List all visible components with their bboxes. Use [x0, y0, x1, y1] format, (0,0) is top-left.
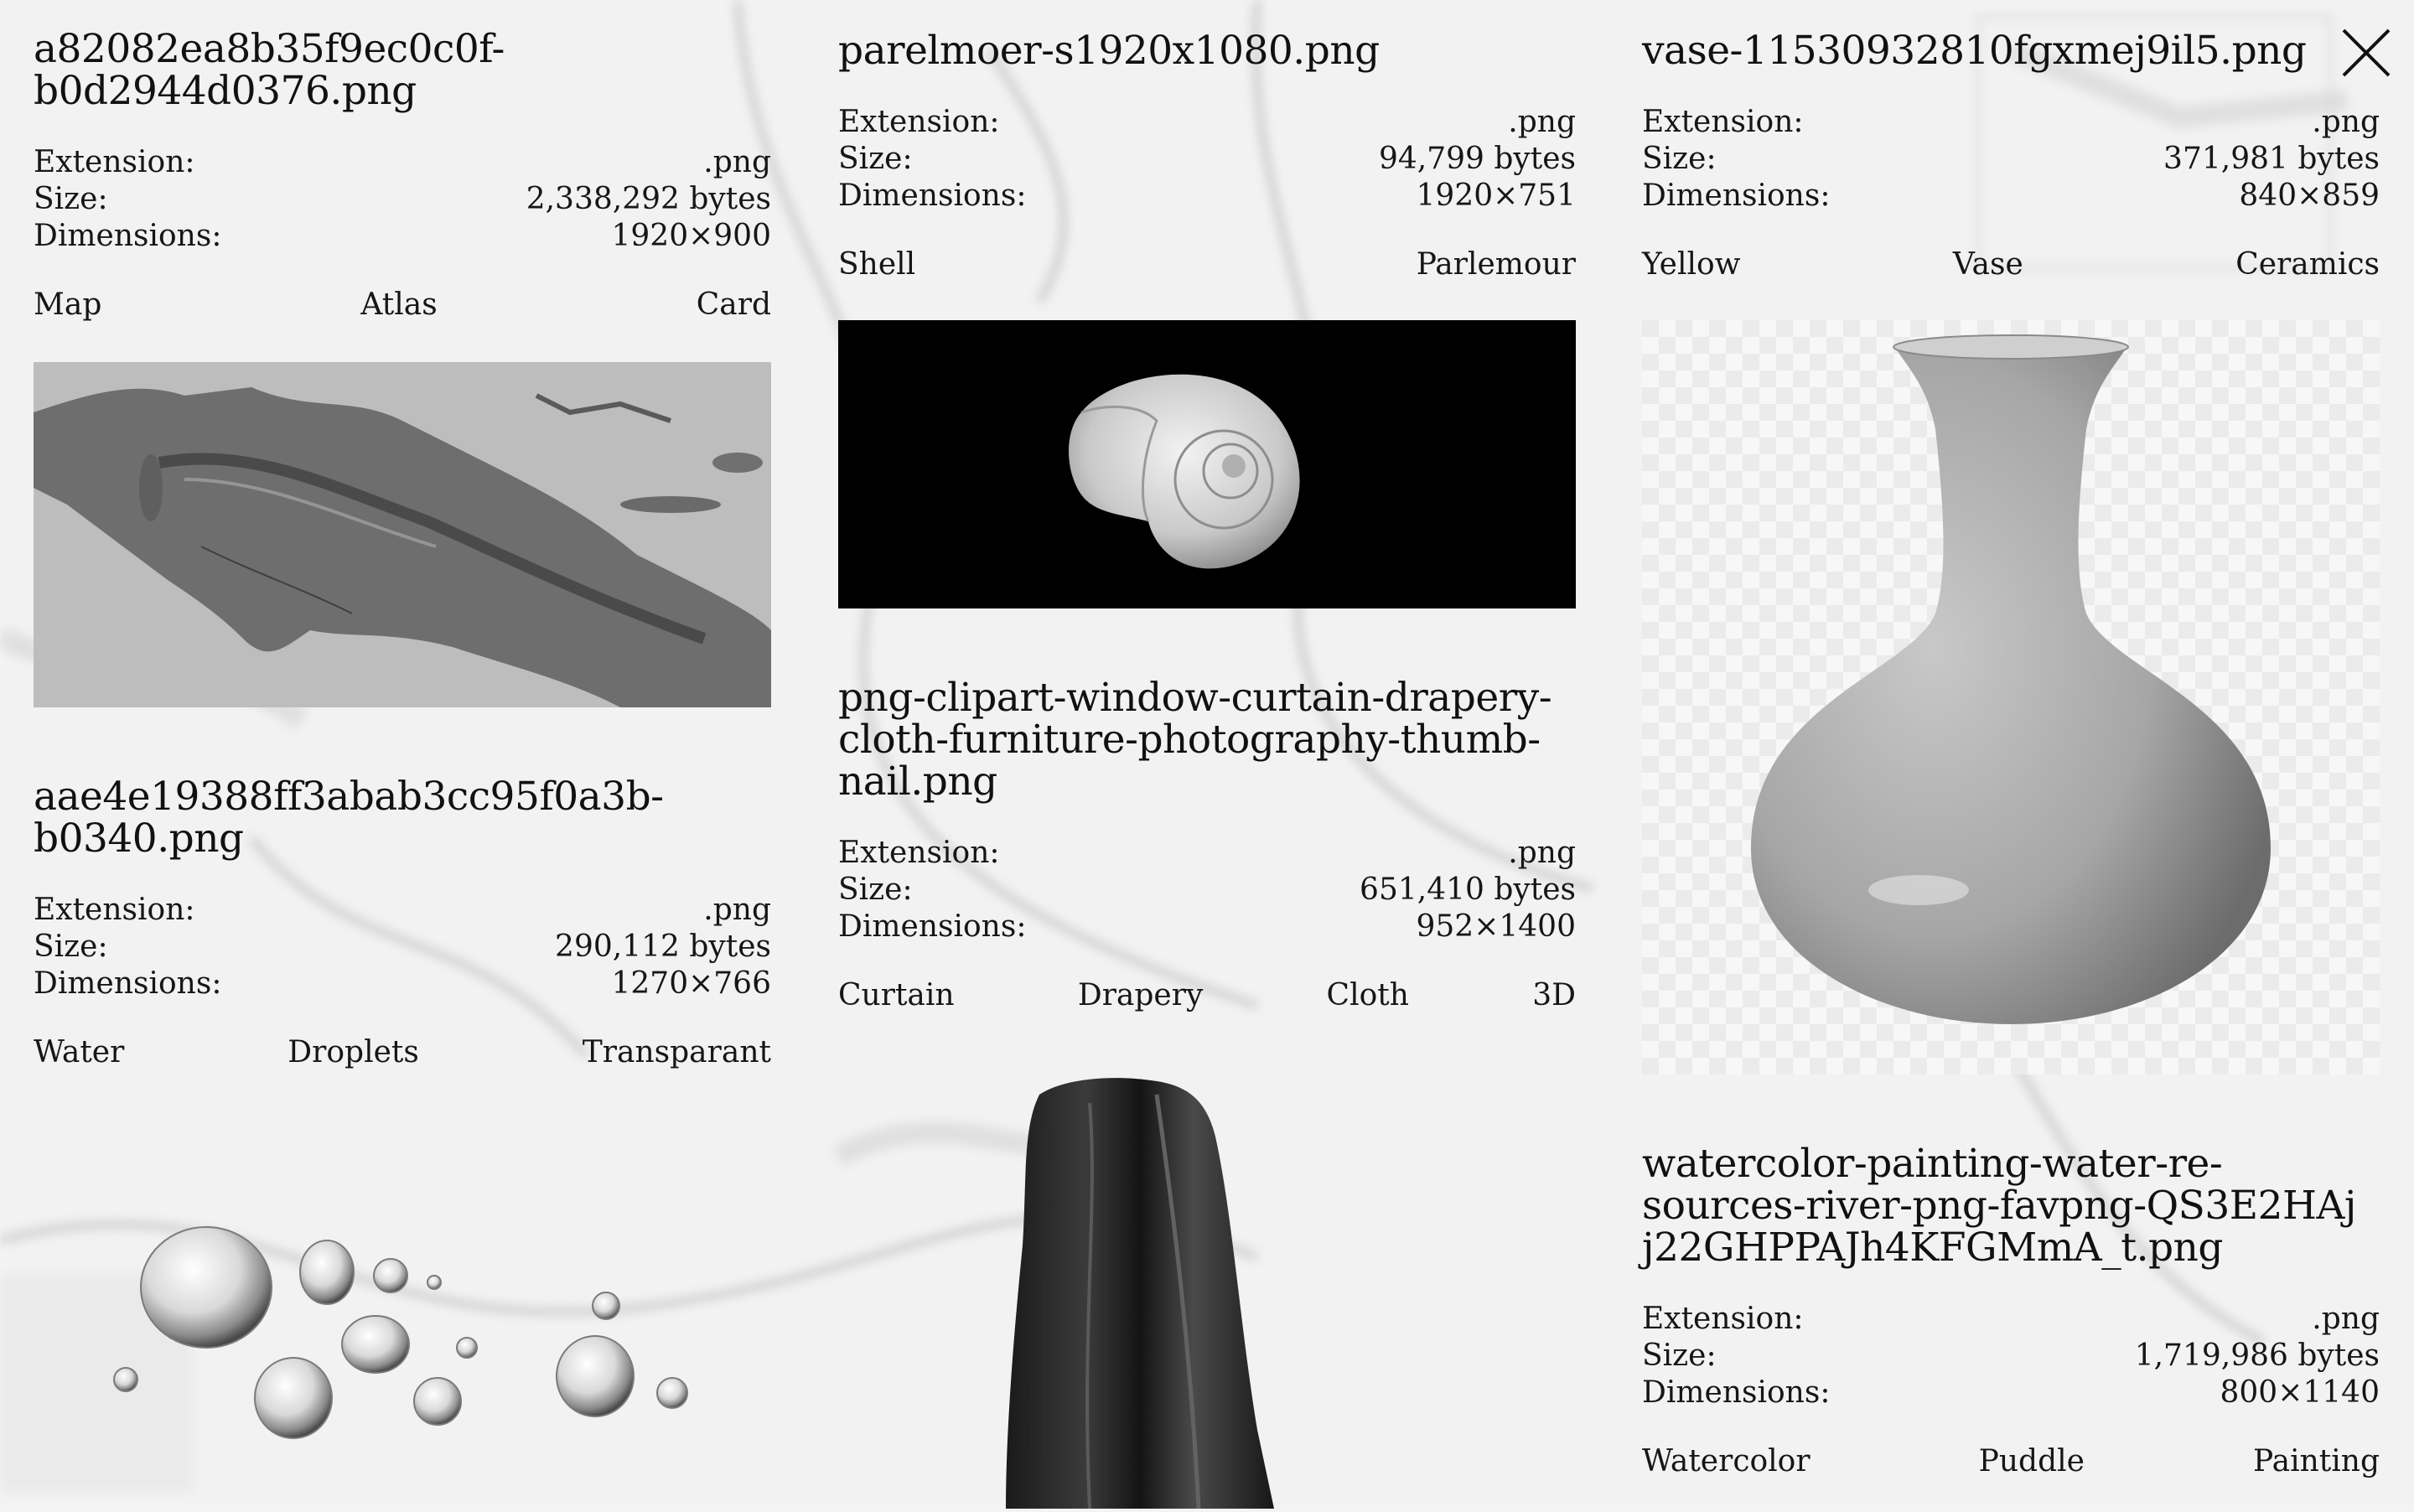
extension-label: Extension:	[34, 145, 195, 179]
tag[interactable]: 3D	[1532, 977, 1576, 1014]
tag-list: Water Droplets Transparant	[34, 1034, 771, 1071]
size-value: 371,981 bytes	[2163, 142, 2380, 176]
tag-list: Map Atlas Card	[34, 287, 771, 324]
dimensions-label: Dimensions:	[1642, 179, 1831, 213]
file-card-shell[interactable]: parelmoer-s1920x1080.png Extension: .png …	[838, 28, 1576, 608]
dimensions-label: Dimensions:	[838, 179, 1027, 213]
tag-list: Shell Parlemour	[838, 246, 1576, 283]
file-meta: Extension: .png Size: 94,799 bytes Dimensi…	[838, 104, 1576, 215]
extension-value: .png	[1508, 836, 1576, 870]
file-card-droplets[interactable]: aae4e19388ff3abab3cc95f0a3b-b0340.png Ex…	[34, 774, 771, 1439]
extension-label: Extension:	[1642, 1302, 1804, 1336]
size-value: 2,338,292 bytes	[526, 182, 771, 216]
dimensions-value: 1270×766	[611, 966, 772, 1001]
dimensions-label: Dimensions:	[34, 219, 222, 253]
size-value: 1,719,986 bytes	[2134, 1339, 2380, 1373]
tag[interactable]: Transparant	[583, 1034, 771, 1071]
dimensions-value: 1920×900	[611, 219, 772, 253]
dimensions-label: Dimensions:	[34, 966, 222, 1001]
file-meta: Extension: .png Size: 1,719,986 bytes Dime…	[1642, 1301, 2380, 1411]
map-thumbnail[interactable]	[34, 362, 771, 707]
extension-value: .png	[1508, 105, 1576, 139]
curtain-thumbnail[interactable]	[838, 1078, 1576, 1509]
tag-list: Watercolor Puddle Painting	[1642, 1443, 2380, 1480]
size-label: Size:	[1642, 1339, 1717, 1373]
size-label: Size:	[838, 873, 913, 907]
dimensions-label: Dimensions:	[838, 909, 1027, 944]
size-value: 290,112 bytes	[555, 929, 771, 964]
file-meta: Extension: .png Size: 371,981 bytes Dimens…	[1642, 104, 2380, 215]
tag[interactable]: Ceramics	[2235, 246, 2380, 283]
vase-thumbnail[interactable]	[1642, 320, 2380, 1074]
extension-label: Extension:	[34, 893, 195, 927]
extension-label: Extension:	[838, 105, 1000, 139]
file-card-curtain[interactable]: png-clipart-window-curtain-drapery-cloth…	[838, 675, 1576, 1509]
extension-label: Extension:	[838, 836, 1000, 870]
dimensions-value: 840×859	[2239, 179, 2380, 213]
file-meta: Extension: .png Size: 290,112 bytes Dimens…	[34, 892, 771, 1002]
file-card-vase[interactable]: vase-11530932810fgxmej9il5.png Extension…	[1642, 28, 2380, 1074]
file-meta: Extension: .png Size: 651,410 bytes Dimens…	[838, 835, 1576, 945]
file-name: png-clipart-window-curtain-drapery-cloth…	[838, 675, 1552, 805]
tag[interactable]: Painting	[2253, 1443, 2380, 1480]
extension-label: Extension:	[1642, 105, 1804, 139]
dimensions-value: 800×1140	[2220, 1375, 2380, 1410]
tag-list: Yellow Vase Ceramics	[1642, 246, 2380, 283]
tag[interactable]: Drapery	[1078, 977, 1203, 1014]
tag[interactable]: Cloth	[1327, 977, 1409, 1014]
size-label: Size:	[838, 142, 913, 176]
tag[interactable]: Vase	[1953, 246, 2023, 283]
dimensions-label: Dimensions:	[1642, 1375, 1831, 1410]
extension-value: .png	[703, 145, 771, 179]
file-card-map[interactable]: a82082ea8b35f9ec0c0f-b0d2944d0376.png Ex…	[34, 26, 771, 707]
file-card-watercolor[interactable]: watercolor-painting-water-re-sources-riv…	[1642, 1143, 2380, 1480]
extension-value: .png	[2312, 105, 2380, 139]
tag[interactable]: Atlas	[360, 287, 437, 324]
file-name: vase-11530932810fgxmej9il5.png	[1642, 28, 2307, 74]
tag[interactable]: Puddle	[1979, 1443, 2085, 1480]
tag[interactable]: Card	[697, 287, 771, 324]
dimensions-value: 1920×751	[1416, 179, 1577, 213]
file-meta: Extension: .png Size: 2,338,292 bytes Dime…	[34, 144, 771, 255]
tag[interactable]: Shell	[838, 246, 915, 283]
file-name: a82082ea8b35f9ec0c0f-b0d2944d0376.png	[34, 26, 505, 114]
tag[interactable]: Map	[34, 287, 101, 324]
tag[interactable]: Yellow	[1642, 246, 1740, 283]
tag[interactable]: Water	[34, 1034, 124, 1071]
file-name: aae4e19388ff3abab3cc95f0a3b-b0340.png	[34, 774, 664, 862]
dimensions-value: 952×1400	[1416, 909, 1577, 944]
shell-thumbnail[interactable]	[838, 320, 1576, 608]
size-label: Size:	[34, 182, 108, 216]
extension-value: .png	[2312, 1302, 2380, 1336]
size-value: 94,799 bytes	[1378, 142, 1576, 176]
file-name: parelmoer-s1920x1080.png	[838, 28, 1380, 74]
extension-value: .png	[703, 893, 771, 927]
size-label: Size:	[34, 929, 108, 964]
tag[interactable]: Curtain	[838, 977, 955, 1014]
droplets-thumbnail[interactable]	[34, 1204, 771, 1497]
tag-list: Curtain Drapery Cloth 3D	[838, 977, 1576, 1014]
size-value: 651,410 bytes	[1360, 873, 1576, 907]
tag[interactable]: Droplets	[288, 1034, 419, 1071]
size-label: Size:	[1642, 142, 1717, 176]
tag[interactable]: Watercolor	[1642, 1443, 1810, 1480]
tag[interactable]: Parlemour	[1417, 246, 1576, 283]
file-name: watercolor-painting-water-re-sources-riv…	[1642, 1141, 2356, 1271]
